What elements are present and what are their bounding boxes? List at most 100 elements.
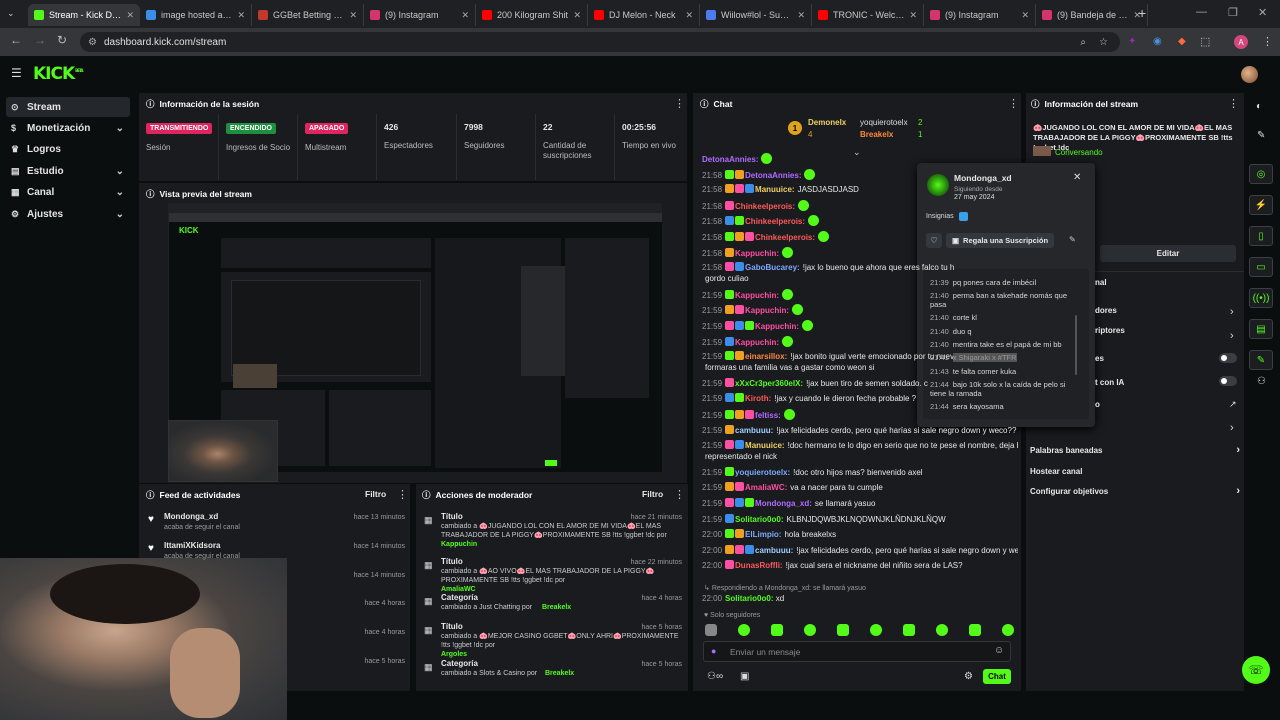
chat-username[interactable]: Mondonga_xd: bbox=[755, 499, 812, 508]
zoom-icon[interactable]: ⌕ bbox=[1080, 37, 1086, 48]
toggle-1[interactable] bbox=[1219, 353, 1237, 363]
reply-user[interactable]: Solitario0o0: bbox=[725, 594, 773, 603]
chat-input[interactable]: ● Enviar un mensaje ☺ bbox=[703, 641, 1011, 662]
settings-row-partial[interactable]: es bbox=[1095, 354, 1104, 363]
extensions-puzzle-icon[interactable]: ⬚ bbox=[1200, 35, 1210, 48]
tab-close-icon[interactable]: ✕ bbox=[237, 10, 245, 21]
quick-emote-icon[interactable] bbox=[936, 624, 948, 636]
extension-icon-2[interactable]: ◉ bbox=[1153, 36, 1162, 47]
stream-info-menu-icon[interactable]: ⋮ bbox=[1228, 97, 1239, 110]
mod-action-by[interactable]: Kappuchin bbox=[441, 540, 477, 550]
tab-close-icon[interactable]: ✕ bbox=[1021, 10, 1029, 21]
chat-username[interactable]: Manuuice: bbox=[755, 185, 795, 194]
tab-close-icon[interactable]: ✕ bbox=[126, 10, 134, 21]
chat-settings-icon[interactable]: ⚙ bbox=[964, 671, 973, 682]
chat-username[interactable]: cambuuu: bbox=[755, 546, 793, 555]
browser-tab[interactable]: GGBet Betting - Live ✕ bbox=[252, 4, 364, 26]
chat-username[interactable]: Kappuchin: bbox=[735, 291, 779, 300]
stream-category[interactable]: Conversando bbox=[1055, 148, 1103, 157]
dark-mode-icon[interactable]: ◐ bbox=[1256, 101, 1262, 112]
chat-username[interactable]: xXxCr3per360eIX: bbox=[735, 379, 803, 388]
popup-scrollbar[interactable] bbox=[1075, 315, 1077, 375]
chat-username[interactable]: feltiss: bbox=[755, 411, 781, 420]
sidebar-item-ajustes[interactable]: ⚙ Ajustes ⌄ bbox=[6, 204, 130, 224]
back-icon[interactable]: ← bbox=[10, 33, 22, 47]
chat-username[interactable]: DunasRoffli: bbox=[735, 561, 783, 570]
address-bar[interactable]: ⚙ dashboard.kick.com/stream ⌕ ☆ bbox=[80, 32, 1120, 52]
edit-button[interactable]: Editar bbox=[1100, 245, 1236, 262]
mod-action-by[interactable]: Breakelx bbox=[545, 669, 574, 679]
settings-row[interactable]: Configurar objetivos › bbox=[1030, 486, 1240, 497]
chat-username[interactable]: Kappuchin: bbox=[735, 249, 779, 258]
extension-icon-3[interactable]: ◆ bbox=[1178, 36, 1186, 47]
chat-username[interactable]: Kappuchin: bbox=[745, 306, 789, 315]
browser-menu-icon[interactable]: ⋮ bbox=[1262, 35, 1273, 48]
support-chat-button[interactable]: ☏ bbox=[1242, 656, 1270, 684]
activity-user[interactable]: Mondonga_xd bbox=[164, 512, 218, 522]
tab-close-icon[interactable]: ✕ bbox=[573, 10, 581, 21]
kick-logo[interactable]: KICKBETA bbox=[33, 64, 83, 84]
browser-tab[interactable]: TRONIC - Welcome ✕ bbox=[812, 4, 924, 26]
settings-row[interactable]: Palabras baneadas › bbox=[1030, 445, 1240, 456]
chat-username[interactable]: Chinkeelperois: bbox=[745, 217, 805, 226]
rail-button-icon[interactable]: ◎ bbox=[1249, 164, 1273, 184]
chat-username[interactable]: Chinkeelperois: bbox=[735, 202, 795, 211]
chat-username[interactable]: Solitario0o0: bbox=[735, 515, 783, 524]
reload-icon[interactable]: ↻ bbox=[57, 33, 67, 47]
tab-close-icon[interactable]: ✕ bbox=[685, 10, 693, 21]
chat-username[interactable]: GaboBucarey: bbox=[745, 263, 800, 272]
sidebar-item-logros[interactable]: ♛ Logros bbox=[6, 140, 130, 160]
chat-username[interactable]: Chinkeelperois: bbox=[755, 233, 815, 242]
chat-username[interactable]: DetonaAnnies: bbox=[745, 171, 801, 180]
session-menu-icon[interactable]: ⋮ bbox=[674, 97, 685, 110]
chat-username[interactable]: einarsillox: bbox=[745, 352, 787, 361]
emoji-icon[interactable]: ☺ bbox=[994, 645, 1004, 656]
quick-emote-icon[interactable] bbox=[870, 624, 882, 636]
chevron-right-icon[interactable]: › bbox=[1230, 306, 1234, 318]
chevron-right-icon[interactable]: › bbox=[1230, 422, 1234, 434]
forward-icon[interactable]: → bbox=[34, 33, 46, 47]
tab-close-icon[interactable]: ✕ bbox=[461, 10, 469, 21]
chat-username[interactable]: yoquierotoelx: bbox=[735, 468, 790, 477]
settings-row[interactable]: Hostear canal bbox=[1030, 467, 1240, 476]
bookmark-star-icon[interactable]: ☆ bbox=[1099, 37, 1108, 48]
chat-menu-icon[interactable]: ⋮ bbox=[1008, 97, 1019, 110]
activity-menu-icon[interactable]: ⋮ bbox=[397, 488, 408, 501]
quick-emote-icon[interactable] bbox=[771, 624, 783, 636]
profile-avatar[interactable]: A bbox=[1234, 35, 1248, 49]
rail-button-icon[interactable]: ✎ bbox=[1249, 350, 1273, 370]
pencil-icon[interactable]: ✎ bbox=[1257, 130, 1265, 141]
chat-username[interactable]: Kappuchin: bbox=[735, 338, 779, 347]
external-link-icon[interactable]: ↗ bbox=[1229, 399, 1237, 410]
share-icon[interactable]: ⚇ bbox=[1257, 376, 1266, 387]
browser-tab[interactable]: 200 Kilogram Shit ✕ bbox=[476, 4, 588, 26]
browser-tab[interactable]: Stream - Kick Dash ✕ bbox=[28, 4, 140, 26]
rail-button-icon[interactable]: ⚡ bbox=[1249, 195, 1273, 215]
browser-tab[interactable]: (9) Instagram ✕ bbox=[364, 4, 476, 26]
sidebar-item-monetización[interactable]: $ Monetización ⌄ bbox=[6, 118, 130, 138]
rail-button-icon[interactable]: ▤ bbox=[1249, 319, 1273, 339]
quick-emote-icon[interactable] bbox=[969, 624, 981, 636]
activity-filter-button[interactable]: Filtro bbox=[365, 489, 386, 499]
toggle-2[interactable] bbox=[1219, 376, 1237, 386]
settings-row-partial[interactable]: t con IA bbox=[1095, 378, 1124, 387]
extension-icon-1[interactable]: ✦ bbox=[1128, 36, 1136, 47]
mod-menu-icon[interactable]: ⋮ bbox=[674, 488, 685, 501]
quick-emote-icon[interactable] bbox=[738, 624, 750, 636]
mod-action-icon[interactable]: ✎ bbox=[1069, 235, 1076, 244]
chat-username[interactable]: Kappuchin: bbox=[755, 322, 799, 331]
chat-username[interactable]: Kiroth: bbox=[745, 394, 771, 403]
quick-emote-icon[interactable] bbox=[1002, 624, 1014, 636]
browser-tab[interactable]: (9) Instagram ✕ bbox=[924, 4, 1036, 26]
browser-tab[interactable]: image hosted at ImgBB ✕ bbox=[140, 4, 252, 26]
settings-row-partial[interactable]: riptores bbox=[1095, 326, 1125, 335]
browser-tab[interactable]: DJ Melon - Neck ✕ bbox=[588, 4, 700, 26]
settings-row-partial[interactable]: o bbox=[1095, 400, 1100, 409]
chat-gift-icon[interactable]: ▣ bbox=[740, 671, 749, 682]
maximize-icon[interactable]: ❐ bbox=[1228, 6, 1238, 19]
sidebar-item-estudio[interactable]: ▤ Estudio ⌄ bbox=[6, 161, 130, 181]
activity-user[interactable]: IttamiXKidsora bbox=[164, 541, 220, 551]
chat-send-button[interactable]: Chat bbox=[983, 669, 1011, 684]
chat-username[interactable]: ElLimpio: bbox=[745, 530, 781, 539]
sidebar-item-stream[interactable]: ⊙ Stream bbox=[6, 97, 130, 117]
